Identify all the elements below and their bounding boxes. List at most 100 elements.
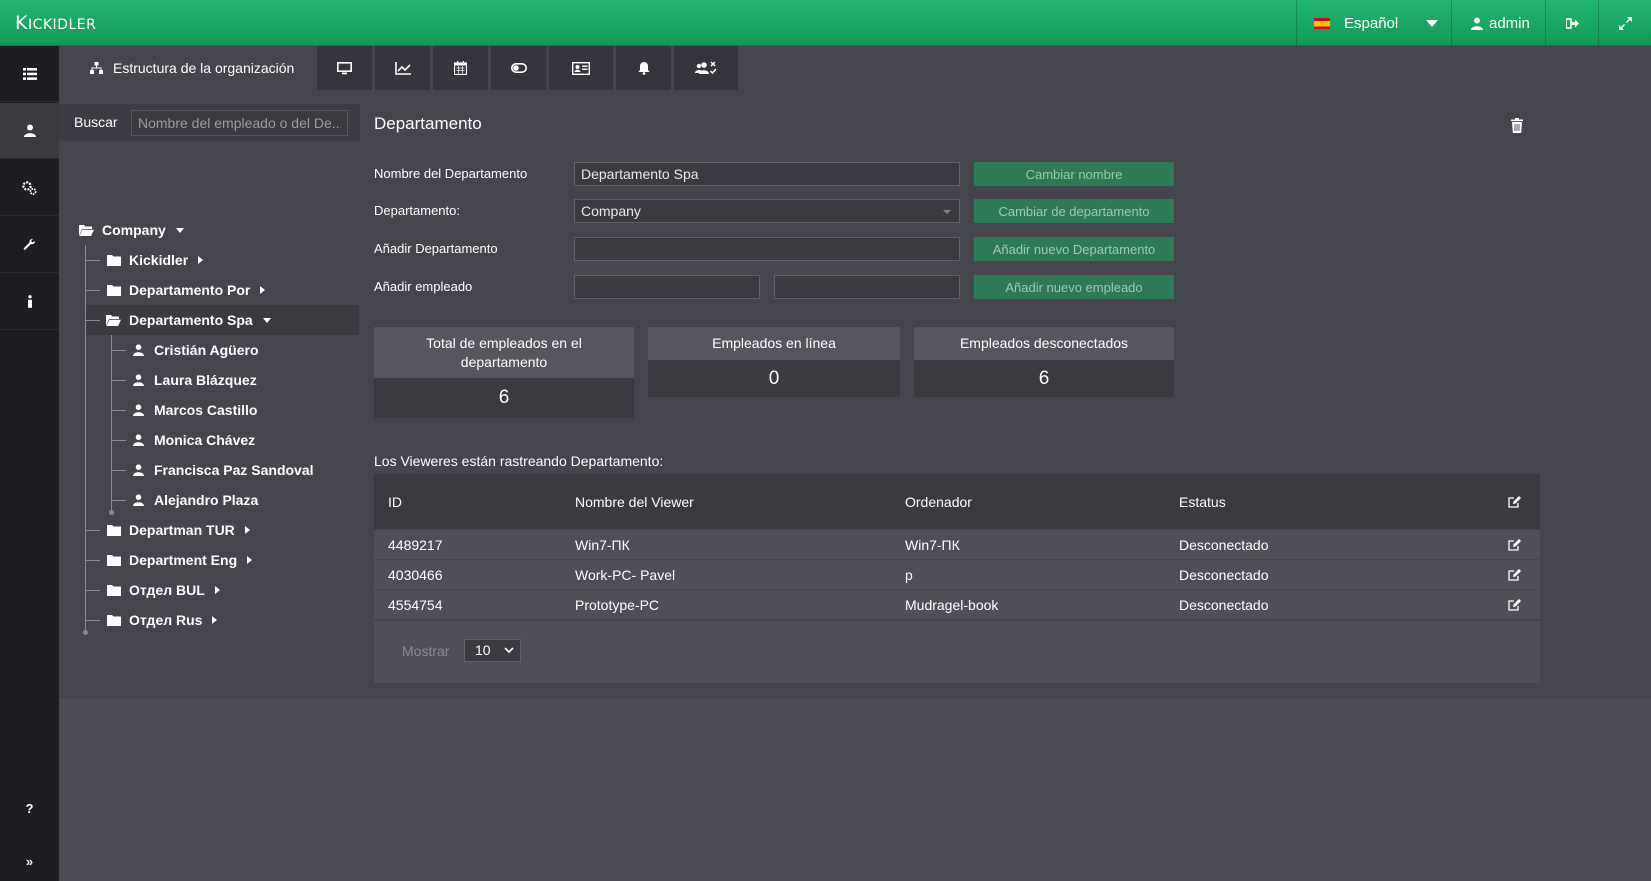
tab-id-card[interactable] bbox=[549, 46, 614, 90]
cell-computer: Win7-ПК bbox=[905, 536, 960, 553]
tab-organization-structure[interactable]: Estructura de la organización bbox=[70, 46, 315, 90]
tree-branch bbox=[112, 380, 126, 381]
tab-reports[interactable] bbox=[375, 46, 431, 90]
tree-node-otdel-bul[interactable]: Отдел BUL bbox=[106, 575, 220, 605]
tree-node-otdel-rus[interactable]: Отдел Rus bbox=[106, 605, 218, 635]
tree-node-label: Departamento Spa bbox=[129, 312, 253, 328]
trash-icon bbox=[1511, 118, 1523, 133]
tree-employee[interactable]: Alejandro Plaza bbox=[131, 485, 258, 515]
tree-node-label: Отдел BUL bbox=[129, 582, 205, 598]
fullscreen-button[interactable] bbox=[1598, 0, 1651, 46]
username: admin bbox=[1489, 14, 1530, 32]
table-header: ID Nombre del Viewer Ordenador Estatus bbox=[374, 474, 1540, 530]
tree-branch bbox=[86, 590, 100, 591]
stat-card-online: Empleados en línea 0 bbox=[648, 327, 900, 397]
stat-card-offline: Empleados desconectados 6 bbox=[914, 327, 1174, 397]
tree-employee[interactable]: Francisca Paz Sandoval bbox=[131, 455, 314, 485]
tree-branch bbox=[86, 290, 100, 291]
search-label: Buscar bbox=[74, 114, 118, 130]
user-icon bbox=[131, 374, 146, 387]
user-icon bbox=[1471, 17, 1483, 30]
add-department-button[interactable]: Añadir nuevo Departamento bbox=[974, 237, 1174, 261]
column-header-status[interactable]: Estatus bbox=[1179, 474, 1226, 530]
tab-toggle[interactable] bbox=[491, 46, 547, 90]
tab-calendar[interactable] bbox=[433, 46, 489, 90]
show-label: Mostrar bbox=[402, 643, 450, 659]
table-row[interactable]: 4030466 Work-PC- Pavel p Desconectado bbox=[374, 559, 1540, 589]
sidebar: ? » bbox=[0, 46, 59, 881]
tree-branch bbox=[112, 410, 126, 411]
cell-id: 4030466 bbox=[388, 566, 443, 583]
app-logo[interactable]: KICKIDLER bbox=[15, 12, 96, 34]
user-menu[interactable]: admin bbox=[1451, 0, 1545, 46]
change-department-button[interactable]: Cambiar de departamento bbox=[974, 199, 1174, 223]
chart-line-icon bbox=[395, 61, 411, 75]
tree-employee[interactable]: Monica Chávez bbox=[131, 425, 255, 455]
user-icon bbox=[131, 434, 146, 447]
cell-computer: p bbox=[905, 566, 913, 583]
stat-label: Empleados en línea bbox=[648, 327, 900, 360]
column-header-id[interactable]: ID bbox=[388, 474, 402, 530]
sidebar-expand-button[interactable]: » bbox=[0, 841, 59, 881]
table-row[interactable]: 4489217 Win7-ПК Win7-ПК Desconectado bbox=[374, 529, 1540, 559]
caret-right-icon bbox=[260, 286, 266, 294]
tree-branch bbox=[112, 440, 126, 441]
tab-user-management[interactable] bbox=[674, 46, 739, 90]
tree-node-label: Departman TUR bbox=[129, 522, 235, 538]
sidebar-item-tools[interactable] bbox=[0, 217, 59, 273]
employee-first-name-field[interactable] bbox=[574, 275, 760, 299]
tree-node-departamento-por[interactable]: Departamento Por bbox=[106, 275, 266, 305]
add-employee-button[interactable]: Añadir nuevo empleado bbox=[974, 275, 1174, 299]
edit-all-button[interactable] bbox=[1508, 474, 1521, 530]
page-size-select[interactable]: 10 bbox=[464, 639, 521, 662]
add-department-field[interactable] bbox=[574, 237, 960, 261]
tree-branch bbox=[86, 320, 100, 321]
tree-node-department-eng[interactable]: Department Eng bbox=[106, 545, 253, 575]
tree-employee[interactable]: Laura Blázquez bbox=[131, 365, 257, 395]
tree-node-departamento-spa[interactable]: Departamento Spa bbox=[106, 305, 271, 335]
edit-row-button[interactable] bbox=[1508, 530, 1521, 559]
department-name-field[interactable]: Departamento Spa bbox=[574, 162, 960, 186]
tree-node-label: Departamento Por bbox=[129, 282, 251, 298]
folder-open-icon bbox=[106, 314, 121, 327]
search-bar: Buscar bbox=[59, 104, 360, 141]
tab-notifications[interactable] bbox=[616, 46, 672, 90]
tree-branch bbox=[112, 350, 126, 351]
caret-right-icon bbox=[212, 616, 218, 624]
chevron-down-icon bbox=[1426, 19, 1439, 27]
help-button[interactable]: ? bbox=[0, 788, 59, 828]
tree-node-kickidler[interactable]: Kickidler bbox=[106, 245, 204, 275]
sidebar-item-list[interactable] bbox=[0, 46, 59, 102]
delete-department-button[interactable] bbox=[1511, 118, 1523, 136]
search-input[interactable] bbox=[131, 110, 348, 136]
logout-button[interactable] bbox=[1545, 0, 1598, 46]
tab-label: Estructura de la organización bbox=[113, 60, 295, 76]
column-header-viewer-name[interactable]: Nombre del Viewer bbox=[575, 474, 694, 530]
list-icon bbox=[22, 67, 37, 80]
language-selector[interactable]: Español bbox=[1296, 0, 1451, 46]
folder-icon bbox=[106, 254, 121, 267]
sidebar-item-settings[interactable] bbox=[0, 160, 59, 216]
expand-icon bbox=[1618, 16, 1632, 30]
sidebar-item-employees[interactable] bbox=[0, 103, 59, 159]
column-header-computer[interactable]: Ordenador bbox=[905, 474, 972, 530]
spain-flag-icon bbox=[1314, 17, 1330, 29]
tree-employee[interactable]: Cristián Agüero bbox=[131, 335, 259, 365]
table-row[interactable]: 4554754 Prototype-PC Mudragel-book Desco… bbox=[374, 589, 1540, 619]
edit-row-button[interactable] bbox=[1508, 560, 1521, 589]
tree-employee[interactable]: Marcos Castillo bbox=[131, 395, 257, 425]
employee-last-name-field[interactable] bbox=[774, 275, 960, 299]
caret-right-icon bbox=[247, 556, 253, 564]
language-label: Español bbox=[1344, 14, 1399, 32]
tree-node-company[interactable]: Company bbox=[79, 215, 184, 245]
tree-node-departman-tur[interactable]: Departman TUR bbox=[106, 515, 250, 545]
edit-row-button[interactable] bbox=[1508, 590, 1521, 619]
parent-department-select[interactable]: Company bbox=[574, 199, 960, 223]
top-bar: KICKIDLER Español admin bbox=[0, 0, 1651, 46]
rename-button[interactable]: Cambiar nombre bbox=[974, 162, 1174, 186]
edit-icon bbox=[1508, 538, 1521, 551]
page-title: Departamento bbox=[374, 114, 482, 133]
employee-name: Cristián Agüero bbox=[154, 342, 259, 358]
sidebar-item-info[interactable] bbox=[0, 274, 59, 330]
tab-monitoring[interactable] bbox=[317, 46, 373, 90]
